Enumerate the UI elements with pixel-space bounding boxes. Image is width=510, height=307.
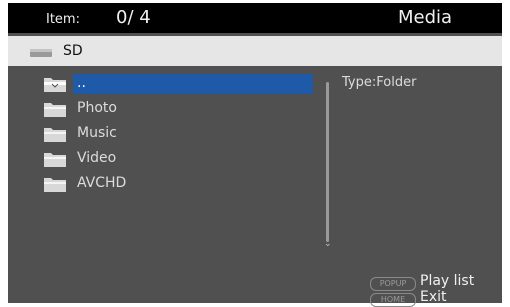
list-item[interactable]: .. <box>43 73 313 95</box>
list-item[interactable]: Video <box>43 148 313 170</box>
hint-label: Exit <box>420 289 447 305</box>
media-screen: Item: 0/ 4 Media SD .. Photo Music Video <box>8 3 502 307</box>
popup-key-icon: POPUP <box>370 277 416 291</box>
scroll-down-icon: ⌄ <box>324 239 332 249</box>
parent-folder-icon <box>43 75 67 97</box>
selection-highlight <box>73 74 313 94</box>
hint-label: Play list <box>420 273 475 289</box>
list-item-label: Photo <box>77 100 117 116</box>
folder-icon <box>43 100 67 122</box>
list-item-label: AVCHD <box>77 175 127 191</box>
folder-icon <box>43 125 67 147</box>
list-item-label: Music <box>77 125 117 141</box>
list-item[interactable]: Photo <box>43 98 313 120</box>
page-title: Media <box>398 7 453 28</box>
folder-icon <box>43 175 67 197</box>
folder-icon <box>43 150 67 172</box>
list-item[interactable]: AVCHD <box>43 173 313 195</box>
item-label: Item: <box>46 12 80 27</box>
path-bar: SD <box>8 36 502 66</box>
home-key-icon: HOME <box>370 293 416 307</box>
list-item-label: .. <box>77 75 86 91</box>
item-count: 0/ 4 <box>116 7 151 28</box>
list-item-label: Video <box>77 150 117 166</box>
drive-icon <box>30 43 52 62</box>
list-item[interactable]: Music <box>43 123 313 145</box>
header-bar: Item: 0/ 4 Media <box>8 3 502 33</box>
scrollbar[interactable] <box>326 82 329 242</box>
item-type-info: Type:Folder <box>342 75 417 90</box>
path-label: SD <box>63 43 83 59</box>
